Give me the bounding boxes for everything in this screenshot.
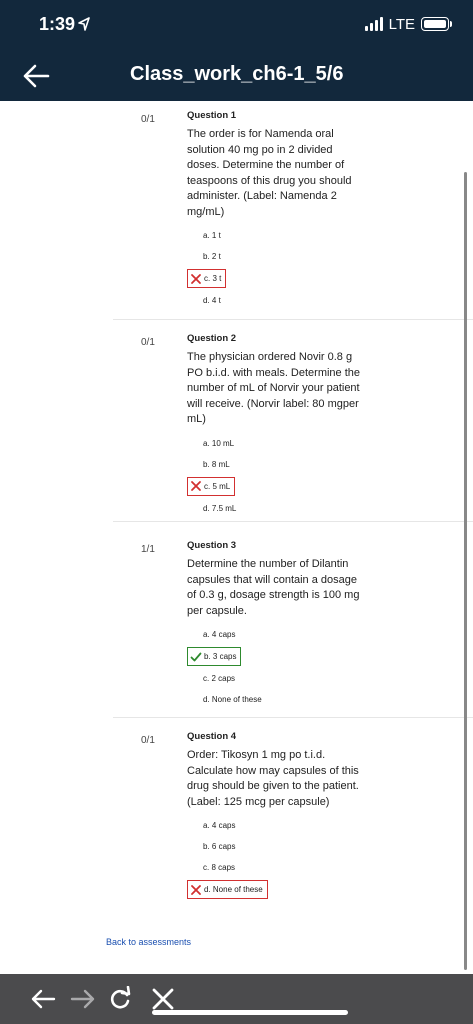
answer-option-label: c. 5 mL [204,481,231,491]
answer-options: a. 4 caps b. 3 caps c. 2 caps d. None of… [187,624,367,710]
question-title: Question 1 [187,110,237,121]
question-score: 1/1 [141,544,155,555]
question-block: Question 2 The physician ordered Novir 0… [187,333,367,519]
browser-forward-icon[interactable] [70,987,96,1011]
answer-option-wrong: c. 3 t [187,269,227,288]
divider [113,717,473,718]
divider [113,319,473,320]
location-arrow-icon [78,17,90,31]
x-mark-icon [191,273,201,284]
back-arrow-icon[interactable] [22,62,50,90]
status-right: LTE [364,15,452,33]
question-text: Determine the number of Dilantin capsule… [187,558,360,617]
answer-option-label: d. None of these [204,885,263,894]
answer-option: d. 4 t [203,296,221,305]
app-header: 1:39 LTE Class_work_ch6-1_5/6 [0,0,473,101]
network-type: LTE [388,15,415,33]
page-title: Class_work_ch6-1_5/6 [130,63,344,85]
check-mark-icon [190,652,202,662]
question-title: Question 3 [187,540,237,551]
browser-back-icon[interactable] [30,987,56,1011]
back-to-assessments-link[interactable]: Back to assessments [106,937,191,947]
question-text: The physician ordered Novir 0.8 g PO b.i… [187,351,361,425]
assessment-content[interactable]: 0/1 Question 1 The order is for Namenda … [0,101,473,974]
answer-option: c. 2 caps [203,674,236,683]
x-mark-icon [191,884,201,895]
divider [113,521,473,522]
question-block: Question 3 Determine the number of Dilan… [187,540,367,710]
reload-icon[interactable] [108,986,134,1012]
question-block: Question 1 The order is for Namenda oral… [187,110,367,311]
question-text: Order: Tikosyn 1 mg po t.i.d. Calculate … [187,749,359,808]
answer-options: a. 10 mL b. 8 mL c. 5 mL d. 7.5 mL [187,433,367,519]
answer-option-wrong: d. None of these [187,880,268,899]
status-time: 1:39 [39,14,76,34]
question-block: Question 4 Order: Tikosyn 1 mg po t.i.d.… [187,731,367,901]
answer-option-label: b. 3 caps [204,652,237,661]
question-score: 0/1 [141,735,155,746]
answer-option: d. 7.5 mL [203,503,237,513]
scrollbar[interactable] [464,172,467,970]
answer-option: a. 4 caps [203,630,236,639]
question-score: 0/1 [141,114,155,125]
answer-option: c. 8 caps [203,863,236,872]
answer-option: a. 1 t [203,231,221,240]
question-title: Question 2 [187,333,237,344]
answer-option-correct: b. 3 caps [187,647,242,666]
answer-option: a. 4 caps [203,821,236,830]
answer-option-wrong: c. 5 mL [187,476,236,496]
answer-option: b. 2 t [203,252,221,261]
battery-icon [421,17,452,31]
answer-option: b. 6 caps [203,842,236,851]
answer-option: a. 10 mL [203,438,235,448]
answer-option-label: c. 3 t [204,274,222,283]
answer-option: b. 8 mL [203,459,230,469]
home-indicator[interactable] [152,1010,348,1015]
question-text: The order is for Namenda oral solution 4… [187,128,352,218]
signal-icon [364,17,383,31]
x-mark-icon [191,481,201,492]
answer-options: a. 4 caps b. 6 caps c. 8 caps d. None of… [187,815,367,901]
answer-option: d. None of these [203,695,262,704]
answer-options: a. 1 t b. 2 t c. 3 t d. 4 t [187,225,367,311]
close-icon[interactable] [150,986,176,1012]
question-title: Question 4 [187,731,237,742]
question-score: 0/1 [141,337,155,348]
